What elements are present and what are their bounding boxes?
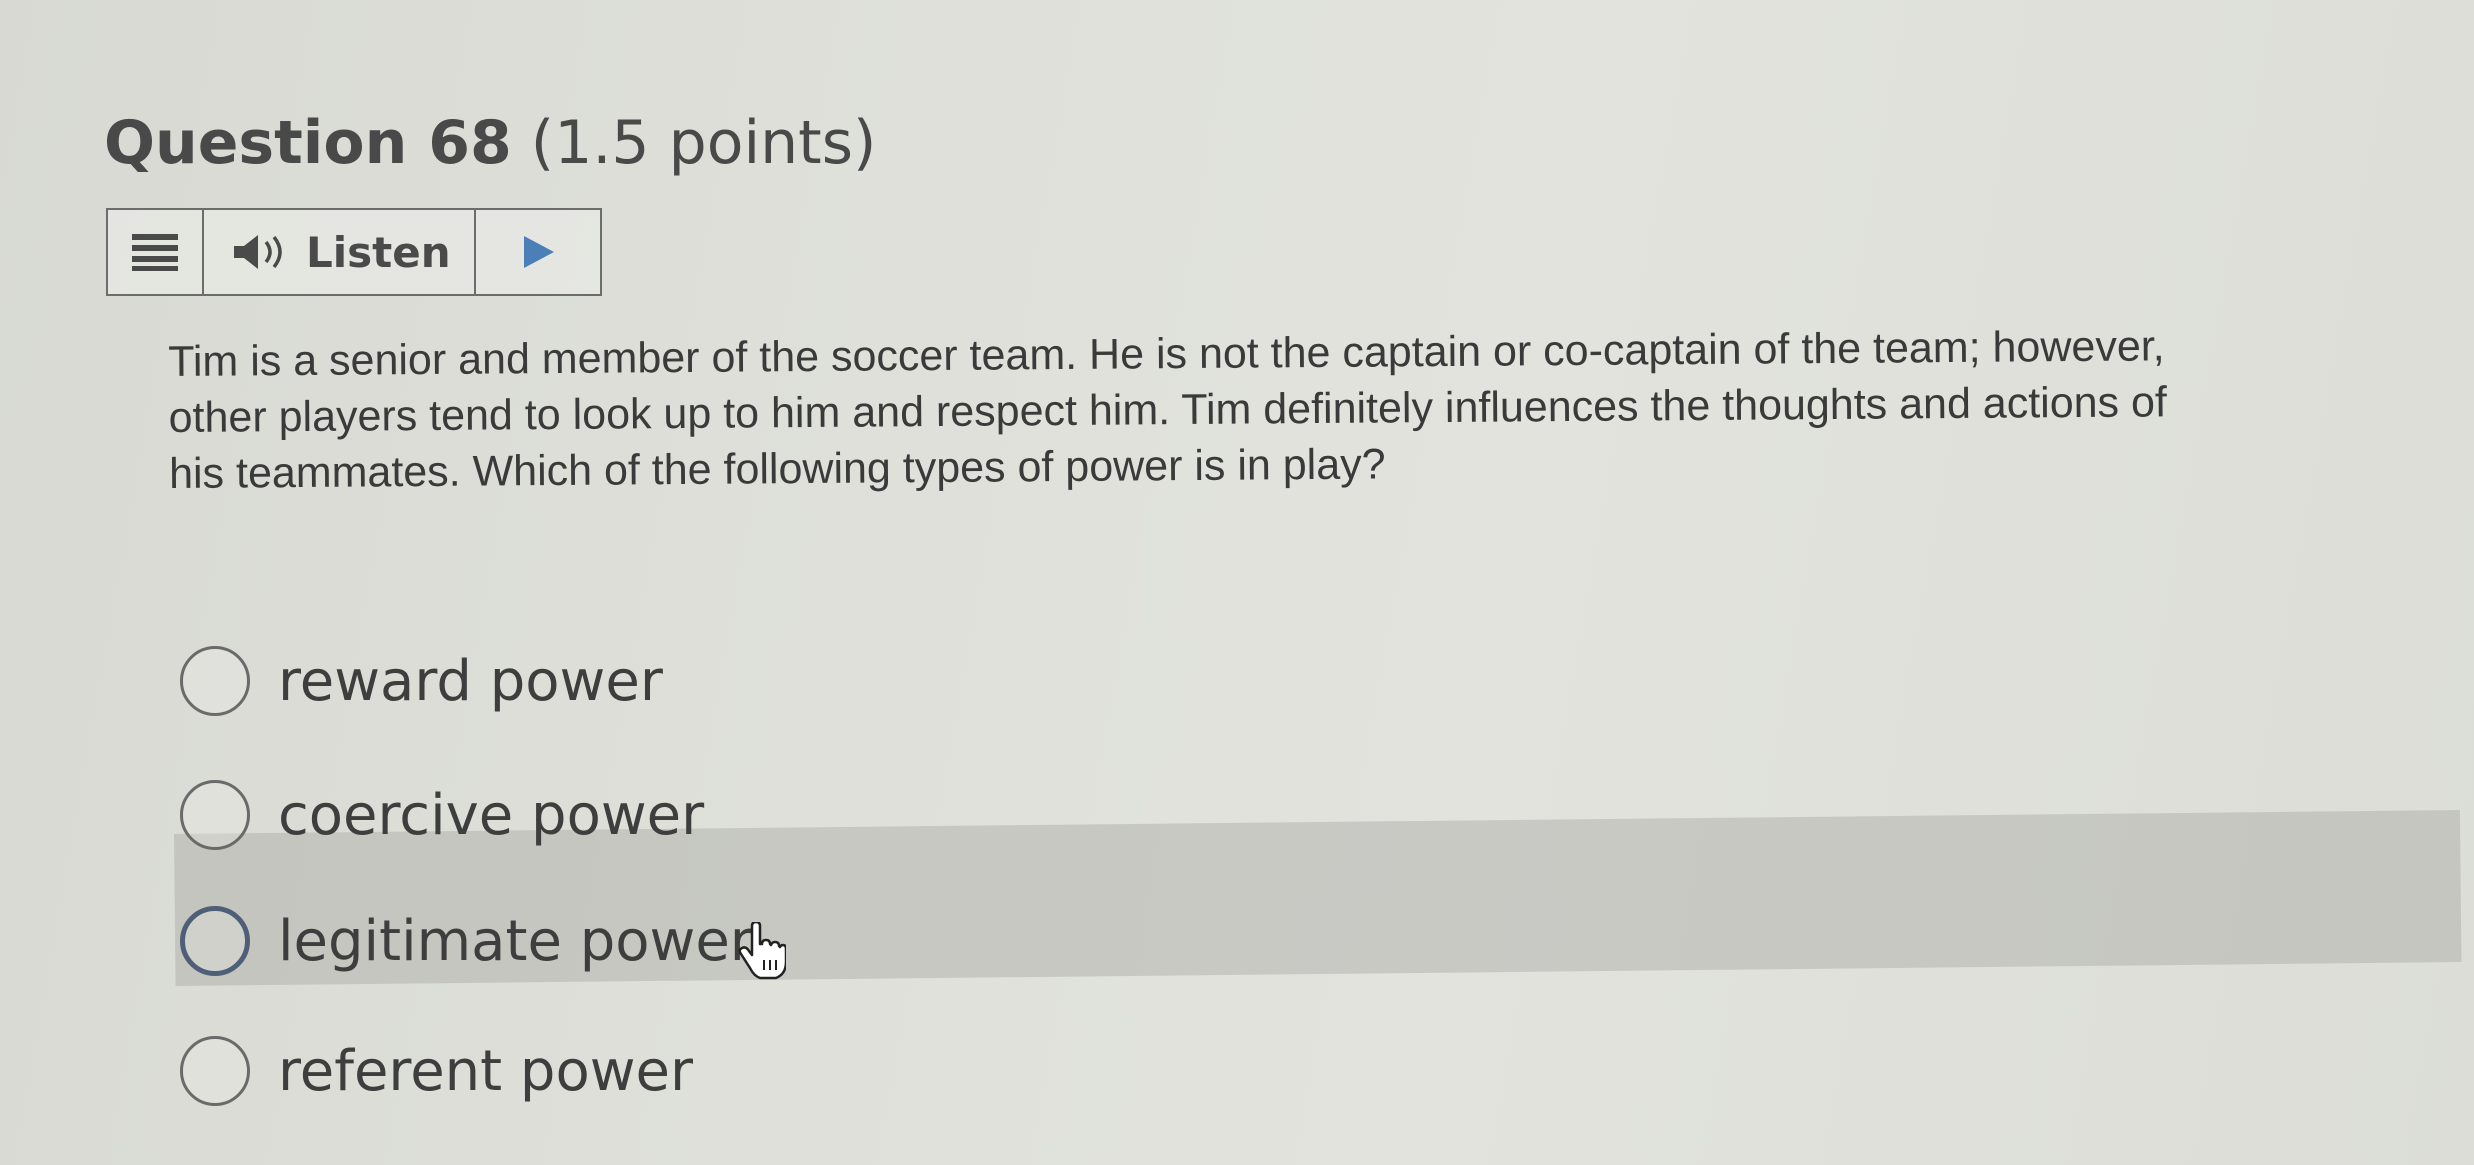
read-aloud-menu-button[interactable] [108,210,204,294]
option-label: reward power [278,648,663,714]
option-label: legitimate power [278,908,753,974]
radio-button[interactable] [180,646,250,716]
question-points: (1.5 points) [530,108,877,178]
radio-button[interactable] [180,906,250,976]
question-heading: Question 68 (1.5 points) [104,108,876,178]
menu-icon [132,234,178,271]
listen-label: Listen [306,227,451,277]
answer-option-legitimate-power[interactable]: legitimate power [180,906,753,976]
answer-option-referent-power[interactable]: referent power [180,1036,693,1106]
question-prompt: Tim is a senior and member of the soccer… [168,316,2439,502]
answer-option-reward-power[interactable]: reward power [180,646,663,716]
radio-button[interactable] [180,780,250,850]
read-aloud-toolbar: Listen [106,208,602,296]
hand-pointer-icon [738,922,786,980]
answer-option-coercive-power[interactable]: coercive power [180,780,704,850]
option-label: referent power [278,1038,693,1104]
question-number: Question 68 [104,108,512,178]
play-icon [524,236,554,268]
radio-button[interactable] [180,1036,250,1106]
speaker-icon [234,235,282,269]
option-label: coercive power [278,782,705,848]
play-button[interactable] [476,210,600,294]
listen-button[interactable]: Listen [204,210,476,294]
